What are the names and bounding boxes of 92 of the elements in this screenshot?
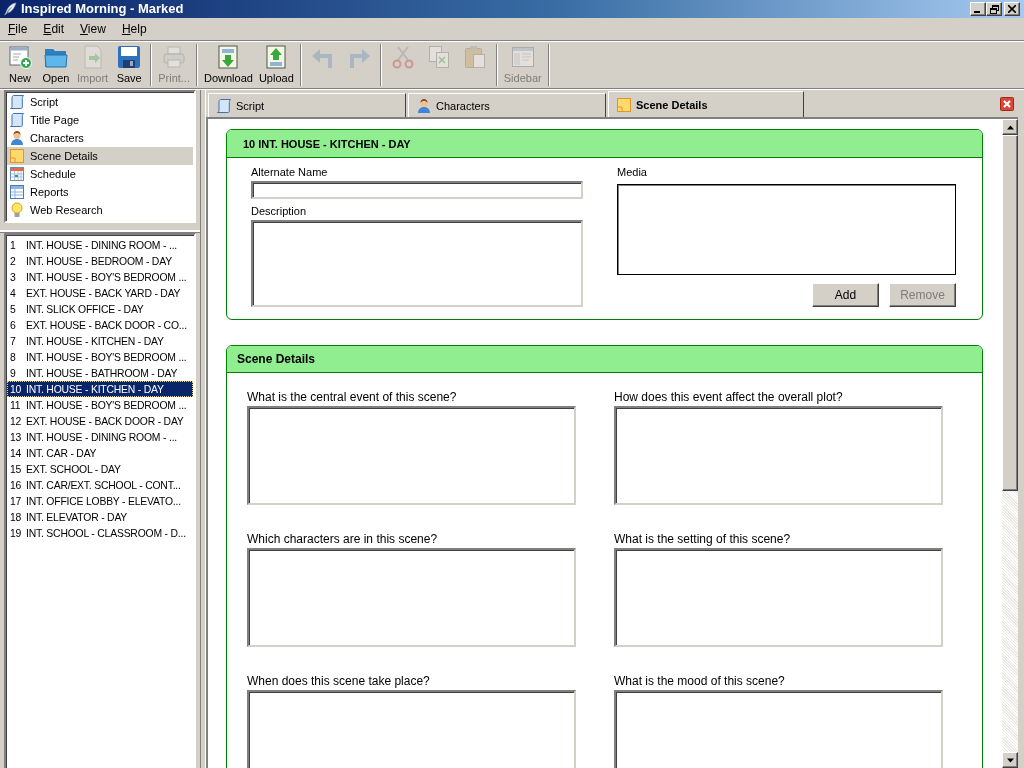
nav-item[interactable]: Web Research xyxy=(7,201,193,219)
restore-icon xyxy=(989,4,999,14)
sticky-note-icon xyxy=(9,148,25,164)
upload-icon xyxy=(264,45,289,69)
description-field[interactable] xyxy=(251,220,583,307)
copy-icon xyxy=(426,45,451,69)
close-icon xyxy=(1000,96,1014,111)
scene-list-item[interactable]: 12 EXT. HOUSE - BACK DOOR - DAY xyxy=(7,413,193,429)
scene-list-item[interactable]: 14 INT. CAR - DAY xyxy=(7,445,193,461)
field-label: Alternate Name xyxy=(251,165,328,180)
lightbulb-icon xyxy=(9,202,25,218)
close-button[interactable] xyxy=(1004,2,1020,16)
alternate-name-field[interactable] xyxy=(251,181,583,199)
table-icon xyxy=(9,184,25,200)
scene-list-item[interactable]: 17 INT. OFFICE LOBBY - ELEVATO... xyxy=(7,493,193,509)
card-title: Scene Details xyxy=(237,352,316,366)
scroll-icon xyxy=(9,112,25,128)
answer-field[interactable] xyxy=(247,690,576,768)
restore-button[interactable] xyxy=(986,2,1002,16)
person-icon xyxy=(9,130,25,146)
media-list[interactable] xyxy=(617,184,956,275)
scene-list-item[interactable]: 2 INT. HOUSE - BEDROOM - DAY xyxy=(7,253,193,269)
scene-list-item[interactable]: 16 INT. CAR/EXT. SCHOOL - CONT... xyxy=(7,477,193,493)
question-label: What is the setting of this scene? xyxy=(614,531,791,547)
up-arrow-icon xyxy=(1006,123,1014,131)
person-icon xyxy=(416,97,432,114)
close-icon xyxy=(1008,5,1016,13)
download-icon xyxy=(216,45,241,69)
tab[interactable]: Script xyxy=(208,93,406,117)
question-label: When does this scene take place? xyxy=(247,673,430,689)
sticky-note-icon xyxy=(616,96,632,113)
scrollbar-track[interactable] xyxy=(1002,119,1018,768)
upload-button[interactable]: Upload xyxy=(255,42,297,86)
nav-item[interactable]: Script xyxy=(7,93,193,111)
download-button[interactable]: Download xyxy=(201,42,256,86)
close-tab-button[interactable] xyxy=(1000,96,1014,111)
scene-list-item[interactable]: 15 EXT. SCHOOL - DAY xyxy=(7,461,193,477)
tab[interactable]: Scene Details xyxy=(608,91,804,117)
window-title: Inspired Morning - Marked xyxy=(21,1,184,17)
card-title: 10 INT. HOUSE - KITCHEN - DAY xyxy=(243,137,411,150)
scene-list-item[interactable]: 11 INT. HOUSE - BOY'S BEDROOM ... xyxy=(7,397,193,413)
menu-item[interactable]: Edit xyxy=(35,20,73,38)
nav-item[interactable]: Reports xyxy=(7,183,193,201)
minimize-button[interactable] xyxy=(970,2,986,16)
scene-list-item[interactable]: 6 EXT. HOUSE - BACK DOOR - CO... xyxy=(7,317,193,333)
field-label: Description xyxy=(251,204,307,219)
scissors-icon xyxy=(390,45,415,69)
scroll-icon xyxy=(216,97,232,114)
window-panel-icon xyxy=(510,45,535,69)
answer-field[interactable] xyxy=(614,548,943,647)
new-document-icon xyxy=(8,45,32,69)
open-button[interactable]: Open xyxy=(38,42,74,86)
tab[interactable]: Characters xyxy=(408,93,606,117)
nav-item[interactable]: Scene Details xyxy=(7,147,193,165)
calendar-icon xyxy=(9,166,25,182)
scrollbar-thumb[interactable] xyxy=(1002,135,1018,491)
new-button[interactable]: New xyxy=(2,42,38,86)
scroll-icon xyxy=(9,94,25,110)
scene-list-item[interactable]: 8 INT. HOUSE - BOY'S BEDROOM ... xyxy=(7,349,193,365)
question-label: How does this event affect the overall plot? xyxy=(614,389,843,405)
scene-list-item[interactable]: 13 INT. HOUSE - DINING ROOM - ... xyxy=(7,429,193,445)
menu-item[interactable]: File xyxy=(0,20,36,38)
printer-icon xyxy=(162,45,187,69)
field-label: Media xyxy=(617,165,647,180)
scene-list-item[interactable]: 4 EXT. HOUSE - BACK YARD - DAY xyxy=(7,285,193,301)
scene-list-item[interactable]: 9 INT. HOUSE - BATHROOM - DAY xyxy=(7,365,193,381)
scroll-down-button[interactable] xyxy=(1002,752,1018,768)
scene-list-item[interactable]: 10 INT. HOUSE - KITCHEN - DAY xyxy=(7,381,193,397)
question-label: Which characters are in this scene? xyxy=(247,531,438,547)
nav-item[interactable]: Title Page xyxy=(7,111,193,129)
scene-list-item[interactable]: 18 INT. ELEVATOR - DAY xyxy=(7,509,193,525)
down-arrow-icon xyxy=(1006,756,1014,764)
feather-icon xyxy=(3,2,17,16)
answer-field[interactable] xyxy=(614,406,943,505)
question-label: What is the central event of this scene? xyxy=(247,389,457,405)
scene-list-item[interactable]: 5 INT. SLICK OFFICE - DAY xyxy=(7,301,193,317)
scene-list-item[interactable]: 3 INT. HOUSE - BOY'S BEDROOM ... xyxy=(7,269,193,285)
scene-list-item[interactable]: 19 INT. SCHOOL - CLASSROOM - D... xyxy=(7,525,193,541)
answer-field[interactable] xyxy=(247,406,576,505)
scene-list-item[interactable]: 7 INT. HOUSE - KITCHEN - DAY xyxy=(7,333,193,349)
save-button[interactable]: Save xyxy=(111,42,148,86)
answer-field[interactable] xyxy=(614,690,943,768)
nav-item[interactable]: Characters xyxy=(7,129,193,147)
scene-list-item[interactable]: 1 INT. HOUSE - DINING ROOM - ... xyxy=(7,237,193,253)
nav-item[interactable]: Schedule xyxy=(7,165,193,183)
scroll-up-button[interactable] xyxy=(1002,119,1018,135)
question-label: What is the mood of this scene? xyxy=(614,673,785,689)
add-button[interactable]: Add xyxy=(812,283,879,307)
clipboard-icon xyxy=(462,45,487,69)
menu-item[interactable]: View xyxy=(72,20,114,38)
answer-field[interactable] xyxy=(247,548,576,647)
menu-item[interactable]: Help xyxy=(113,20,155,38)
